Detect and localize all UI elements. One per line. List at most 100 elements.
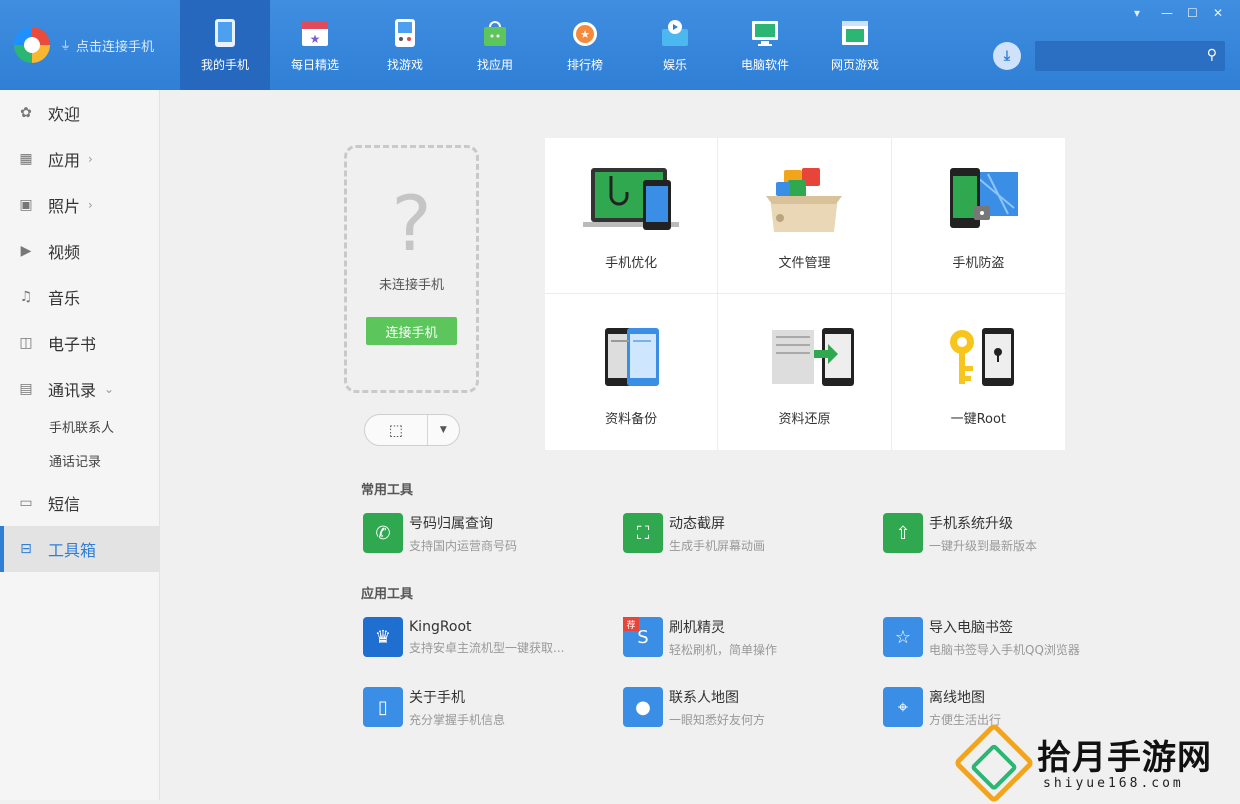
- sidebar-item-label: 电子书: [48, 335, 97, 354]
- tool-system-upgrade[interactable]: ⇧ 手机系统升级 一键升级到最新版本: [883, 511, 1133, 555]
- search-input[interactable]: [1035, 41, 1195, 71]
- tab-daily-picks[interactable]: ★ 每日精选: [270, 0, 360, 90]
- medal-icon: ★: [570, 18, 600, 48]
- sidebar-item-apps[interactable]: ▦ 应用 ›: [0, 136, 159, 182]
- common-tools-title: 常用工具: [361, 483, 414, 498]
- watermark-logo: [952, 721, 1036, 804]
- chevron-right-icon: ›: [88, 198, 93, 212]
- screenshot-dropdown-button[interactable]: ▼: [428, 415, 459, 445]
- sidebar-item-videos[interactable]: ▶ 视频: [0, 228, 159, 274]
- top-bar: ⏚ 点击连接手机 我的手机 ★ 每日精选 找游戏 找应用 ★ 排行榜 娱乐 电脑…: [0, 0, 1240, 90]
- sidebar-item-ebooks[interactable]: ◫ 电子书: [0, 320, 159, 366]
- music-note-icon: ♫: [19, 289, 33, 305]
- tool-contacts-map[interactable]: ● 联系人地图 一眼知悉好友何方: [623, 685, 873, 729]
- chevron-right-icon: ›: [88, 152, 93, 166]
- feature-data-backup[interactable]: 资料备份: [545, 294, 719, 450]
- sidebar-item-contacts[interactable]: ▤ 通讯录 ⌄: [0, 366, 159, 412]
- feature-label: 手机防盗: [952, 256, 1005, 271]
- maximize-icon[interactable]: ☐: [1187, 6, 1198, 20]
- feature-file-manager[interactable]: 文件管理: [718, 138, 892, 294]
- sidebar-item-label: 视频: [48, 243, 81, 262]
- tab-pc-software[interactable]: 电脑软件: [720, 0, 810, 90]
- minimize-icon[interactable]: —: [1161, 6, 1173, 20]
- close-icon[interactable]: ✕: [1213, 6, 1223, 20]
- search-box: ⚲: [1035, 41, 1225, 71]
- tab-entertainment[interactable]: 娱乐: [630, 0, 720, 90]
- feature-label: 一键Root: [950, 412, 1007, 427]
- tool-name: 刷机精灵: [669, 619, 725, 636]
- screenshot-button[interactable]: ⬚: [365, 415, 428, 445]
- tool-name: KingRoot: [409, 618, 472, 635]
- web-game-icon: [840, 18, 870, 48]
- tab-my-phone[interactable]: 我的手机: [180, 0, 270, 90]
- connect-phone-label: 点击连接手机: [76, 39, 155, 55]
- grid-icon: ▦: [19, 151, 33, 167]
- phone-icon: [210, 18, 240, 48]
- sidebar-item-sms[interactable]: ▭ 短信: [0, 480, 159, 526]
- screenshot-crop-icon: ⬚: [388, 421, 403, 439]
- connect-phone-link[interactable]: ⏚ 点击连接手机: [60, 36, 154, 55]
- tool-name: 关于手机: [409, 689, 465, 706]
- toolbox-icon: ⊟: [20, 541, 32, 557]
- sidebar-item-label: 照片: [48, 197, 81, 216]
- feature-anti-theft[interactable]: 手机防盗: [891, 138, 1065, 294]
- contact-pin-icon: ●: [623, 687, 663, 727]
- tab-rankings[interactable]: ★ 排行榜: [540, 0, 630, 90]
- tool-name: 离线地图: [929, 689, 985, 706]
- usb-plug-icon: ⏚: [60, 39, 71, 52]
- tool-desc: 轻松刷机，简单操作: [669, 642, 778, 657]
- sidebar-item-label: 工具箱: [48, 541, 97, 560]
- search-icon[interactable]: ⚲: [1207, 47, 1217, 63]
- feature-label: 文件管理: [778, 256, 831, 271]
- tool-name: 导入电脑书签: [929, 619, 1013, 636]
- file-box-icon: [754, 166, 854, 234]
- sidebar-item-photos[interactable]: ▣ 照片 ›: [0, 182, 159, 228]
- screen-capture-icon: ⛶: [623, 513, 663, 553]
- download-button[interactable]: ⤓: [993, 42, 1021, 70]
- tool-desc: 支持国内运营商号码: [409, 538, 518, 553]
- feature-one-click-root[interactable]: 一键Root: [892, 294, 1065, 450]
- sidebar: ✿ 欢迎 ▦ 应用 › ▣ 照片 › ▶ 视频 ♫ 音乐 ◫ 电子书 ▤ 通讯录…: [0, 90, 160, 800]
- root-key-icon: [928, 322, 1028, 390]
- tool-desc: 生成手机屏幕动画: [669, 538, 766, 553]
- tab-label: 找游戏: [386, 58, 423, 72]
- watermark-title: 拾月手游网: [1037, 738, 1212, 778]
- map-pin-icon: ⌖: [883, 687, 923, 727]
- menu-dropdown-icon[interactable]: ▾: [1134, 6, 1140, 20]
- phone-status-text: 未连接手机: [378, 278, 444, 293]
- tab-find-apps[interactable]: 找应用: [450, 0, 540, 90]
- sidebar-subitem-call-log[interactable]: 通话记录: [0, 446, 159, 480]
- sidebar-item-label: 音乐: [48, 289, 81, 308]
- image-icon: ▣: [19, 197, 33, 213]
- tab-label: 排行榜: [566, 58, 603, 72]
- sidebar-item-welcome[interactable]: ✿ 欢迎: [0, 90, 159, 136]
- feature-phone-optimize[interactable]: 手机优化: [545, 138, 719, 294]
- message-icon: ▭: [19, 495, 33, 511]
- welcome-icon: ✿: [20, 105, 32, 121]
- tab-web-games[interactable]: 网页游戏: [810, 0, 900, 90]
- tab-label: 电脑软件: [740, 58, 789, 72]
- tool-desc: 电脑书签导入手机QQ浏览器: [929, 642, 1080, 657]
- data-restore-icon: [754, 322, 855, 390]
- connect-phone-button[interactable]: 连接手机: [366, 317, 457, 345]
- svg-text:★: ★: [580, 28, 590, 41]
- chevron-down-icon: ⌄: [104, 382, 115, 396]
- tab-find-games[interactable]: 找游戏: [360, 0, 450, 90]
- phone-call-icon: ✆: [363, 513, 403, 553]
- feature-label: 资料备份: [605, 412, 658, 427]
- watermark: 拾月手游网 shiyue168.com: [952, 721, 1235, 804]
- feature-label: 资料还原: [778, 412, 831, 427]
- tool-flash-genie[interactable]: 荐 S 刷机精灵 轻松刷机，简单操作: [623, 615, 873, 659]
- tool-import-bookmarks[interactable]: ☆ 导入电脑书签 电脑书签导入手机QQ浏览器: [883, 615, 1133, 659]
- tool-number-lookup[interactable]: ✆ 号码归属查询 支持国内运营商号码: [363, 511, 613, 555]
- tool-about-phone[interactable]: ▯ 关于手机 充分掌握手机信息: [363, 685, 613, 729]
- feature-data-restore[interactable]: 资料还原: [718, 294, 892, 450]
- data-backup-icon: [581, 322, 681, 390]
- sidebar-item-toolbox[interactable]: ⊟ 工具箱: [0, 526, 159, 572]
- tool-desc: 一键升级到最新版本: [929, 538, 1038, 553]
- sidebar-subitem-phone-contacts[interactable]: 手机联系人: [0, 412, 159, 446]
- sidebar-item-music[interactable]: ♫ 音乐: [0, 274, 159, 320]
- tool-dynamic-screenshot[interactable]: ⛶ 动态截屏 生成手机屏幕动画: [623, 511, 873, 555]
- phone-optimize-icon: [581, 166, 681, 234]
- tool-kingroot[interactable]: ♛ KingRoot 支持安卓主流机型一键获取...: [363, 615, 613, 659]
